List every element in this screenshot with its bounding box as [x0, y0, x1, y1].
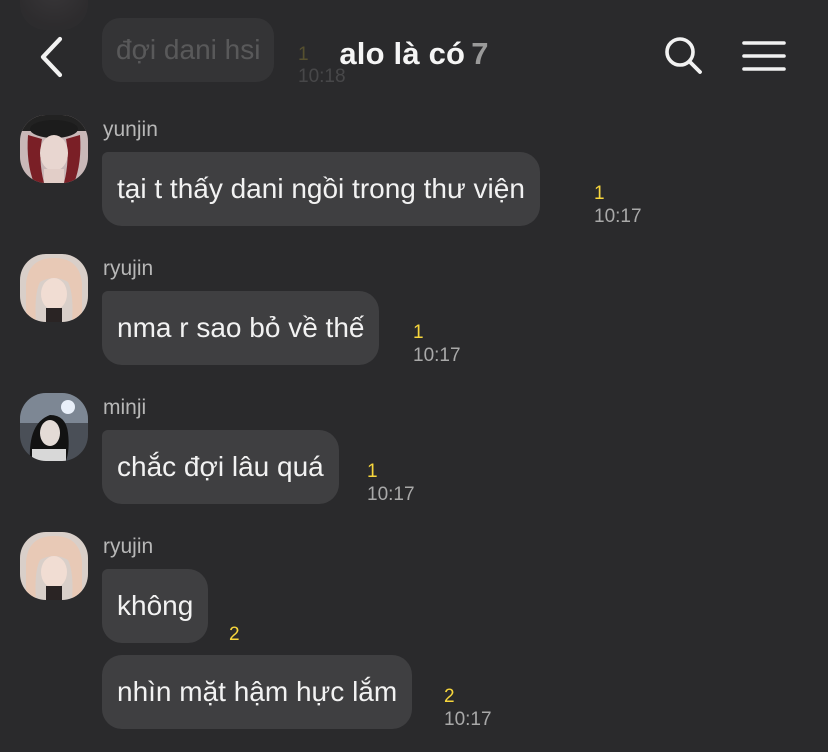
sender-name: ryujin: [103, 535, 154, 558]
chat-header: alo là có 7: [0, 0, 828, 110]
sender-name: minji: [103, 396, 147, 419]
avatar-ryujin[interactable]: [20, 532, 88, 600]
avatar-ryujin[interactable]: [20, 254, 88, 322]
member-count: 7: [471, 36, 489, 71]
sender-name: yunjin: [103, 118, 158, 141]
message-meta: 2 10:17: [444, 686, 492, 732]
unread-count: 2: [444, 686, 455, 707]
avatar-image: [20, 393, 88, 461]
menu-button[interactable]: [740, 38, 788, 78]
message-meta: 2: [229, 624, 240, 646]
message-time: 10:17: [594, 206, 642, 227]
message-bubble[interactable]: tại t thấy dani ngồi trong thư viện: [102, 152, 540, 226]
menu-icon: [742, 41, 786, 71]
unread-count: 1: [594, 183, 605, 204]
avatar-minji[interactable]: [20, 393, 88, 461]
message-meta: 1 10:17: [594, 183, 642, 229]
avatar-image: [20, 254, 88, 322]
avatar-image: [20, 115, 88, 183]
search-button[interactable]: [662, 34, 706, 78]
avatar-image: [20, 532, 88, 600]
message-time: 10:17: [367, 484, 415, 505]
message-bubble[interactable]: nma r sao bỏ về thế: [102, 291, 380, 365]
message-time: 10:17: [444, 709, 492, 730]
message-bubble[interactable]: chắc đợi lâu quá: [102, 430, 339, 504]
sender-name: ryujin: [103, 257, 154, 280]
message-bubble[interactable]: không: [102, 569, 209, 643]
avatar-yunjin[interactable]: [20, 115, 88, 183]
message-meta: 1 10:17: [413, 322, 461, 368]
unread-count: 1: [367, 461, 378, 482]
search-icon: [665, 37, 702, 74]
unread-count: 1: [413, 322, 424, 343]
unread-count: 2: [229, 624, 240, 645]
message-bubble[interactable]: nhìn mặt hậm hực lắm: [102, 655, 413, 729]
room-name: alo là có: [339, 36, 466, 71]
message-time: 10:17: [413, 345, 461, 366]
message-meta: 1 10:17: [367, 461, 415, 507]
